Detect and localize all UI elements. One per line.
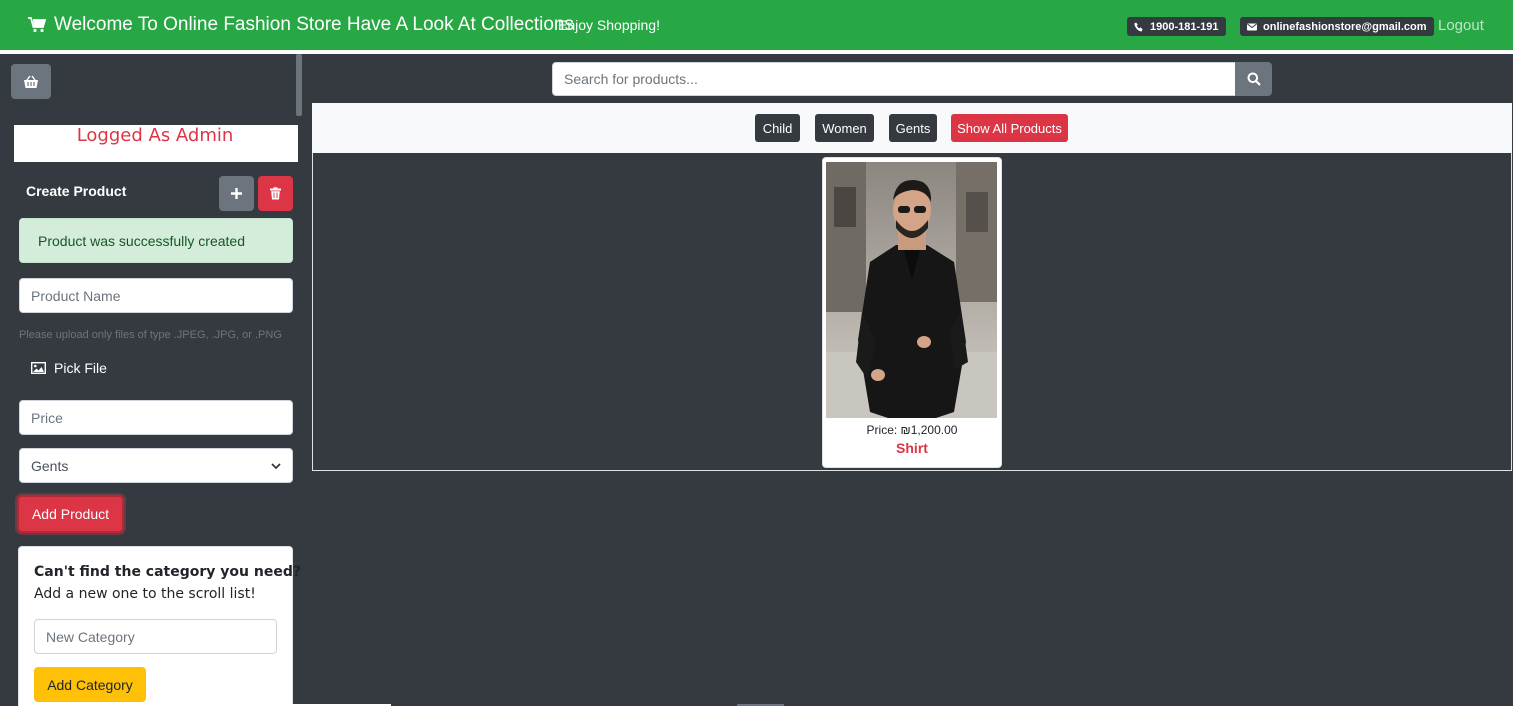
delete-button[interactable] — [258, 176, 293, 211]
trash-icon — [270, 187, 281, 200]
search-button[interactable] — [1235, 62, 1272, 96]
add-category-button[interactable]: Add Category — [34, 667, 146, 702]
filter-child-button[interactable]: Child — [755, 114, 800, 142]
create-product-heading: Create Product — [26, 183, 127, 199]
toggle-sidebar-button[interactable] — [11, 64, 51, 99]
price-input[interactable] — [19, 400, 293, 435]
phone-number: 1900-181-191 — [1150, 20, 1219, 33]
plus-icon — [231, 188, 242, 199]
sidebar-scrollbar[interactable] — [296, 54, 302, 116]
show-all-products-button[interactable]: Show All Products — [951, 114, 1068, 142]
product-photo — [826, 162, 997, 418]
filter-women-button[interactable]: Women — [815, 114, 874, 142]
search-input[interactable] — [552, 62, 1236, 96]
tagline: Enjoy Shopping! — [558, 17, 660, 33]
email-badge: onlinefashionstore@gmail.com — [1240, 17, 1434, 36]
search-icon — [1247, 72, 1261, 86]
upload-hint: Please upload only files of type .JPEG, … — [19, 329, 282, 341]
brand[interactable]: Welcome To Online Fashion Store Have A L… — [28, 14, 574, 36]
admin-status: Logged As Admin — [76, 125, 234, 146]
filter-gents-button[interactable]: Gents — [889, 114, 937, 142]
product-price: Price: ₪1,200.00 — [866, 423, 958, 437]
chevron-down-icon — [271, 462, 281, 469]
top-navbar: Welcome To Online Fashion Store Have A L… — [0, 0, 1513, 50]
product-image[interactable] — [826, 162, 997, 418]
new-category-input[interactable] — [34, 619, 277, 654]
category-selected-value: Gents — [31, 457, 69, 474]
add-product-button[interactable]: Add Product — [17, 495, 124, 533]
image-icon — [31, 362, 46, 374]
product-name[interactable]: Shirt — [822, 440, 1002, 456]
envelope-icon — [1247, 23, 1257, 30]
phone-icon — [1134, 22, 1143, 31]
logout-link[interactable]: Logout — [1438, 17, 1484, 34]
category-hint: Add a new one to the scroll list! — [34, 586, 256, 602]
shopping-cart-icon — [28, 17, 46, 33]
category-question: Can't find the category you need? — [34, 564, 301, 580]
success-alert: Product was successfully created — [19, 218, 293, 263]
add-button[interactable] — [219, 176, 254, 211]
basket-icon — [24, 75, 38, 88]
product-name-input[interactable] — [19, 278, 293, 313]
pick-file-label: Pick File — [54, 360, 107, 376]
email-address: onlinefashionstore@gmail.com — [1263, 20, 1427, 33]
site-title: Welcome To Online Fashion Store Have A L… — [54, 14, 574, 35]
phone-badge: 1900-181-191 — [1127, 17, 1226, 36]
category-select[interactable]: Gents — [19, 448, 293, 483]
pick-file-button[interactable]: Pick File — [31, 360, 107, 376]
